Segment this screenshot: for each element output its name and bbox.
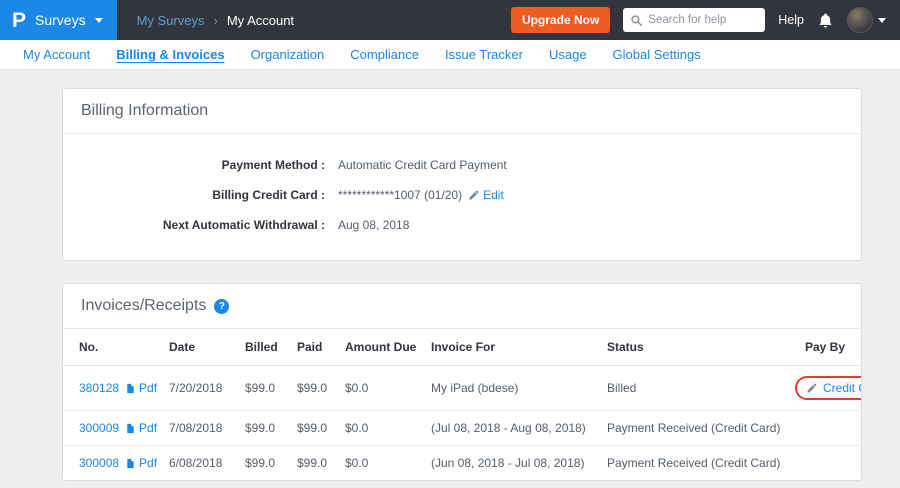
billing-fields: Payment Method : Automatic Credit Card P… xyxy=(63,134,861,260)
invoice-paid: $99.0 xyxy=(291,411,339,446)
invoices-table: No. Date Billed Paid Amount Due Invoice … xyxy=(63,329,861,480)
product-label: Surveys xyxy=(35,12,86,28)
col-header-paid: Paid xyxy=(291,329,339,366)
invoice-pay-by xyxy=(789,411,861,446)
tab-issue-tracker[interactable]: Issue Tracker xyxy=(432,40,536,70)
invoice-amount-due: $0.0 xyxy=(339,366,425,411)
breadcrumb-separator-icon: › xyxy=(214,13,218,28)
account-menu[interactable] xyxy=(847,7,886,33)
invoice-date: 7/20/2018 xyxy=(163,366,239,411)
next-withdrawal-row: Next Automatic Withdrawal : Aug 08, 2018 xyxy=(63,218,861,232)
col-header-status: Status xyxy=(601,329,789,366)
avatar xyxy=(847,7,873,33)
help-icon[interactable]: ? xyxy=(214,299,229,314)
help-link[interactable]: Help xyxy=(778,13,804,27)
invoice-billed: $99.0 xyxy=(239,446,291,481)
chevron-down-icon xyxy=(95,18,103,23)
invoices-receipts-card: Invoices/Receipts ? No. Date Billed Paid… xyxy=(62,283,862,481)
billing-card-header: Billing Information xyxy=(63,89,861,134)
pencil-icon xyxy=(806,382,818,394)
invoice-number-link[interactable]: 300009 xyxy=(79,421,119,435)
invoices-card-title: Invoices/Receipts xyxy=(81,297,206,315)
tab-compliance[interactable]: Compliance xyxy=(337,40,432,70)
pdf-file-icon xyxy=(125,422,136,435)
pay-by-credit-card-link[interactable]: Credit Card xyxy=(806,381,861,395)
next-withdrawal-value: Aug 08, 2018 xyxy=(338,218,409,232)
help-search[interactable] xyxy=(623,8,765,32)
upgrade-now-button[interactable]: Upgrade Now xyxy=(511,7,610,33)
breadcrumb-my-account: My Account xyxy=(227,13,294,28)
pdf-file-icon xyxy=(125,382,136,395)
invoice-date: 7/08/2018 xyxy=(163,411,239,446)
invoice-status: Billed xyxy=(601,366,789,411)
invoice-billed: $99.0 xyxy=(239,366,291,411)
billing-information-card: Billing Information Payment Method : Aut… xyxy=(62,88,862,261)
pdf-link[interactable]: Pdf xyxy=(125,456,157,470)
invoice-date: 6/08/2018 xyxy=(163,446,239,481)
chevron-down-icon xyxy=(878,18,886,23)
billing-card-title: Billing Information xyxy=(81,102,208,120)
payment-method-value: Automatic Credit Card Payment xyxy=(338,158,507,172)
invoice-amount-due: $0.0 xyxy=(339,411,425,446)
table-row: 300008 Pdf 6/08/2018 $99.0 $99.0 $0.0 xyxy=(63,446,861,481)
invoice-status: Payment Received (Credit Card) xyxy=(601,411,789,446)
invoice-paid: $99.0 xyxy=(291,366,339,411)
edit-card-link[interactable]: Edit xyxy=(468,188,504,202)
table-header-row: No. Date Billed Paid Amount Due Invoice … xyxy=(63,329,861,366)
payment-method-label: Payment Method : xyxy=(63,158,325,172)
table-row: 380128 Pdf 7/20/2018 $99.0 $99.0 $0.0 xyxy=(63,366,861,411)
invoices-card-header: Invoices/Receipts ? xyxy=(63,284,861,329)
breadcrumb-my-surveys[interactable]: My Surveys xyxy=(137,13,205,28)
tab-usage[interactable]: Usage xyxy=(536,40,600,70)
invoice-for: (Jul 08, 2018 - Aug 08, 2018) xyxy=(425,411,601,446)
notifications-bell-icon[interactable] xyxy=(817,12,834,29)
col-header-invoice-for: Invoice For xyxy=(425,329,601,366)
invoice-for: My iPad (bdese) xyxy=(425,366,601,411)
account-nav: My Account Billing & Invoices Organizati… xyxy=(0,40,900,70)
invoice-paid: $99.0 xyxy=(291,446,339,481)
billing-credit-card-value: ************1007 (01/20) Edit xyxy=(338,188,504,202)
main-content: Billing Information Payment Method : Aut… xyxy=(0,70,900,481)
pdf-file-icon xyxy=(125,457,136,470)
col-header-pay-by: Pay By xyxy=(789,329,861,366)
search-input[interactable] xyxy=(648,14,758,26)
pdf-link-label: Pdf xyxy=(139,381,157,395)
pencil-icon xyxy=(468,189,480,201)
invoice-pay-by xyxy=(789,446,861,481)
masked-card-number: ************1007 (01/20) xyxy=(338,188,462,202)
col-header-amount-due: Amount Due xyxy=(339,329,425,366)
pdf-link-label: Pdf xyxy=(139,456,157,470)
tab-billing-invoices[interactable]: Billing & Invoices xyxy=(103,40,237,70)
table-row: 300009 Pdf 7/08/2018 $99.0 $99.0 $0.0 xyxy=(63,411,861,446)
col-header-date: Date xyxy=(163,329,239,366)
brand-logo: P xyxy=(12,10,26,31)
invoice-number-link[interactable]: 300008 xyxy=(79,456,119,470)
invoice-amount-due: $0.0 xyxy=(339,446,425,481)
billing-credit-card-label: Billing Credit Card : xyxy=(63,188,325,202)
annotation-highlight-ring: Credit Card xyxy=(795,376,861,400)
col-header-no: No. xyxy=(63,329,163,366)
topbar-actions: Upgrade Now Help xyxy=(511,7,900,33)
pdf-link-label: Pdf xyxy=(139,421,157,435)
tab-my-account[interactable]: My Account xyxy=(10,40,103,70)
tab-global-settings[interactable]: Global Settings xyxy=(600,40,714,70)
breadcrumb: My Surveys › My Account xyxy=(137,13,294,28)
product-switcher[interactable]: P Surveys xyxy=(0,0,117,40)
next-withdrawal-label: Next Automatic Withdrawal : xyxy=(63,218,325,232)
invoice-status: Payment Received (Credit Card) xyxy=(601,446,789,481)
billing-credit-card-row: Billing Credit Card : ************1007 (… xyxy=(63,188,861,202)
edit-link-label: Edit xyxy=(483,188,504,202)
invoice-number-link[interactable]: 380128 xyxy=(79,381,119,395)
top-bar: P Surveys My Surveys › My Account Upgrad… xyxy=(0,0,900,40)
invoice-billed: $99.0 xyxy=(239,411,291,446)
invoice-for: (Jun 08, 2018 - Jul 08, 2018) xyxy=(425,446,601,481)
col-header-billed: Billed xyxy=(239,329,291,366)
tab-organization[interactable]: Organization xyxy=(238,40,338,70)
search-icon xyxy=(630,14,643,27)
pdf-link[interactable]: Pdf xyxy=(125,381,157,395)
payment-method-row: Payment Method : Automatic Credit Card P… xyxy=(63,158,861,172)
pdf-link[interactable]: Pdf xyxy=(125,421,157,435)
pay-by-label: Credit Card xyxy=(823,381,861,395)
